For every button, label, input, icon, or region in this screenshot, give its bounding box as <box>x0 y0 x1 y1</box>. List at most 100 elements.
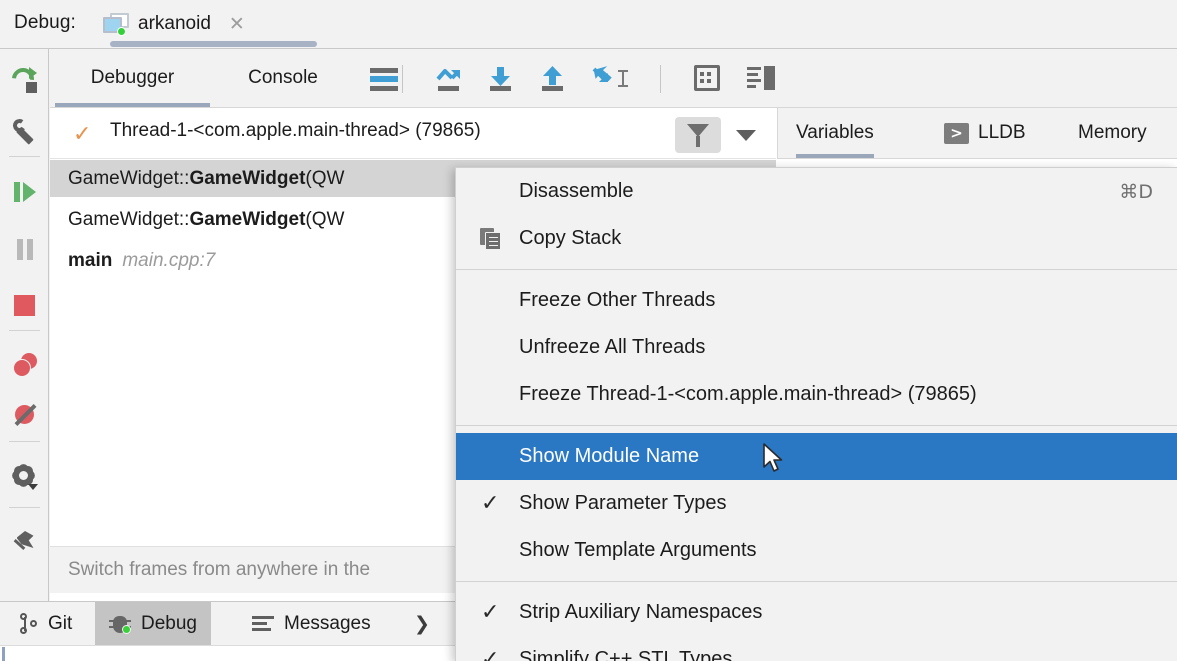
menu-item-disassemble[interactable]: Disassemble ⌘D <box>456 168 1177 215</box>
gear-icon <box>12 465 38 491</box>
messages-icon <box>252 615 274 632</box>
step-into-icon <box>487 66 515 91</box>
evaluate-expression-button[interactable] <box>678 49 736 107</box>
menu-item-copy-stack[interactable]: Copy Stack <box>456 215 1177 262</box>
menu-separator <box>456 425 1177 426</box>
rerun-icon <box>7 63 38 95</box>
step-over-icon <box>434 66 464 91</box>
tab-memory[interactable]: Memory <box>1078 108 1147 158</box>
menu-item-show-template-arguments[interactable]: Show Template Arguments <box>456 527 1177 574</box>
variables-layout-icon <box>747 66 775 90</box>
mute-breakpoints-icon <box>13 403 37 427</box>
frame-location: main.cpp:7 <box>122 249 216 271</box>
tab-debugger[interactable]: Debugger <box>55 49 210 107</box>
calculator-icon <box>694 65 720 91</box>
layout-settings-button[interactable] <box>732 49 790 107</box>
sidebar-item-label: Git <box>48 612 73 634</box>
stop-icon <box>14 294 35 316</box>
thread-selector-row[interactable]: ✓ Thread-1-<com.apple.main-thread> (7986… <box>50 108 776 159</box>
frame-function: main <box>68 249 113 271</box>
toolbar-divider <box>402 65 403 93</box>
menu-item-label: Simplify C++ STL Types <box>519 648 733 661</box>
resume-program-button[interactable] <box>0 167 49 217</box>
mouse-cursor <box>763 443 785 475</box>
view-breakpoints-button[interactable] <box>0 340 49 390</box>
sidebar-item-git[interactable]: Git <box>6 602 86 645</box>
tab-variables-label: Variables <box>796 122 874 143</box>
sidebar-item-messages[interactable]: Messages <box>238 602 385 645</box>
debugger-window: Debug: arkanoid ✕ Debugger Console ✓ Thr… <box>0 0 1177 661</box>
filter-threads-button[interactable] <box>675 117 721 153</box>
copy-icon <box>480 227 502 250</box>
menu-item-label: Strip Auxiliary Namespaces <box>519 601 763 623</box>
debug-actions-toolbar <box>0 49 49 601</box>
tab-console-label: Console <box>248 67 318 88</box>
tab-lldb[interactable]: > LLDB <box>944 108 1026 158</box>
resume-icon <box>12 181 38 203</box>
run-configuration-name: arkanoid <box>138 13 211 34</box>
step-out-button[interactable] <box>524 49 582 107</box>
frame-prefix: GameWidget:: <box>68 208 190 230</box>
settings-button[interactable] <box>0 453 49 503</box>
menu-separator <box>456 269 1177 270</box>
checkmark-icon: ✓ <box>481 600 500 625</box>
step-into-button[interactable] <box>472 49 530 107</box>
checkmark-icon: ✓ <box>481 647 500 661</box>
debugger-right-tabs: Variables > LLDB Memory <box>777 108 1177 159</box>
sidebar-item-debug[interactable]: Debug <box>95 602 211 645</box>
debug-label: Debug: <box>14 12 76 33</box>
step-over-button[interactable] <box>420 49 478 107</box>
menu-item-simplify-cpp-stl-types[interactable]: ✓ Simplify C++ STL Types <box>456 636 1177 661</box>
sidebar-item-label: Messages <box>284 612 371 634</box>
menu-item-show-module-name[interactable]: Show Module Name <box>456 433 1177 480</box>
frame-suffix: (QW <box>305 208 345 230</box>
hint-text: Switch frames from anywhere in the <box>68 559 371 580</box>
mute-breakpoints-button[interactable] <box>0 390 49 440</box>
run-to-cursor-icon <box>591 65 628 91</box>
pause-icon <box>14 238 36 260</box>
chevron-right-icon[interactable]: ❯ <box>414 613 430 635</box>
frames-button[interactable] <box>355 49 413 107</box>
run-to-cursor-button[interactable] <box>576 49 640 107</box>
tab-console[interactable]: Console <box>218 49 348 107</box>
breakpoints-icon <box>12 353 38 377</box>
toolbar-divider <box>9 507 40 508</box>
text-caret <box>2 647 5 661</box>
console-prompt-icon: > <box>944 122 969 144</box>
menu-item-label: Copy Stack <box>519 227 622 249</box>
menu-item-label: Show Template Arguments <box>519 539 757 561</box>
toolbar-divider <box>660 65 661 93</box>
pause-program-button[interactable] <box>0 224 49 274</box>
tab-lldb-label: LLDB <box>978 122 1026 143</box>
menu-item-unfreeze-all-threads[interactable]: Unfreeze All Threads <box>456 324 1177 371</box>
edit-configurations-button[interactable] <box>0 106 49 156</box>
tab-debugger-label: Debugger <box>90 67 175 88</box>
tab-memory-label: Memory <box>1078 122 1147 143</box>
menu-item-label: Unfreeze All Threads <box>519 336 706 358</box>
menu-item-label: Disassemble <box>519 180 634 202</box>
menu-item-show-parameter-types[interactable]: ✓ Show Parameter Types <box>456 480 1177 527</box>
run-tab-underline <box>110 41 317 47</box>
frames-icon <box>370 67 398 91</box>
rerun-button[interactable] <box>0 56 49 106</box>
pin-icon <box>12 530 38 556</box>
frame-function: GameWidget <box>189 208 306 230</box>
window-titlebar: Debug: arkanoid ✕ <box>0 0 1177 49</box>
frame-function: GameWidget <box>189 167 306 189</box>
close-icon[interactable]: ✕ <box>229 14 245 34</box>
stack-frame-context-menu[interactable]: Disassemble ⌘D Copy Stack Freeze Other T… <box>455 167 1177 661</box>
menu-item-label: Freeze Other Threads <box>519 289 716 311</box>
tab-variables[interactable]: Variables <box>796 108 874 158</box>
menu-separator <box>456 581 1177 582</box>
menu-item-freeze-thread[interactable]: Freeze Thread-1-<com.apple.main-thread> … <box>456 371 1177 418</box>
stop-button[interactable] <box>0 280 49 330</box>
chevron-down-icon[interactable] <box>736 130 756 141</box>
pin-tab-button[interactable] <box>0 518 49 568</box>
menu-item-freeze-other-threads[interactable]: Freeze Other Threads <box>456 277 1177 324</box>
wrench-icon <box>11 117 38 145</box>
debugger-toolbar: Debugger Console <box>50 49 1177 108</box>
menu-item-strip-auxiliary-namespaces[interactable]: ✓ Strip Auxiliary Namespaces <box>456 589 1177 636</box>
application-window-icon <box>103 13 129 36</box>
frame-prefix: GameWidget:: <box>68 167 190 189</box>
bug-icon <box>109 613 131 635</box>
